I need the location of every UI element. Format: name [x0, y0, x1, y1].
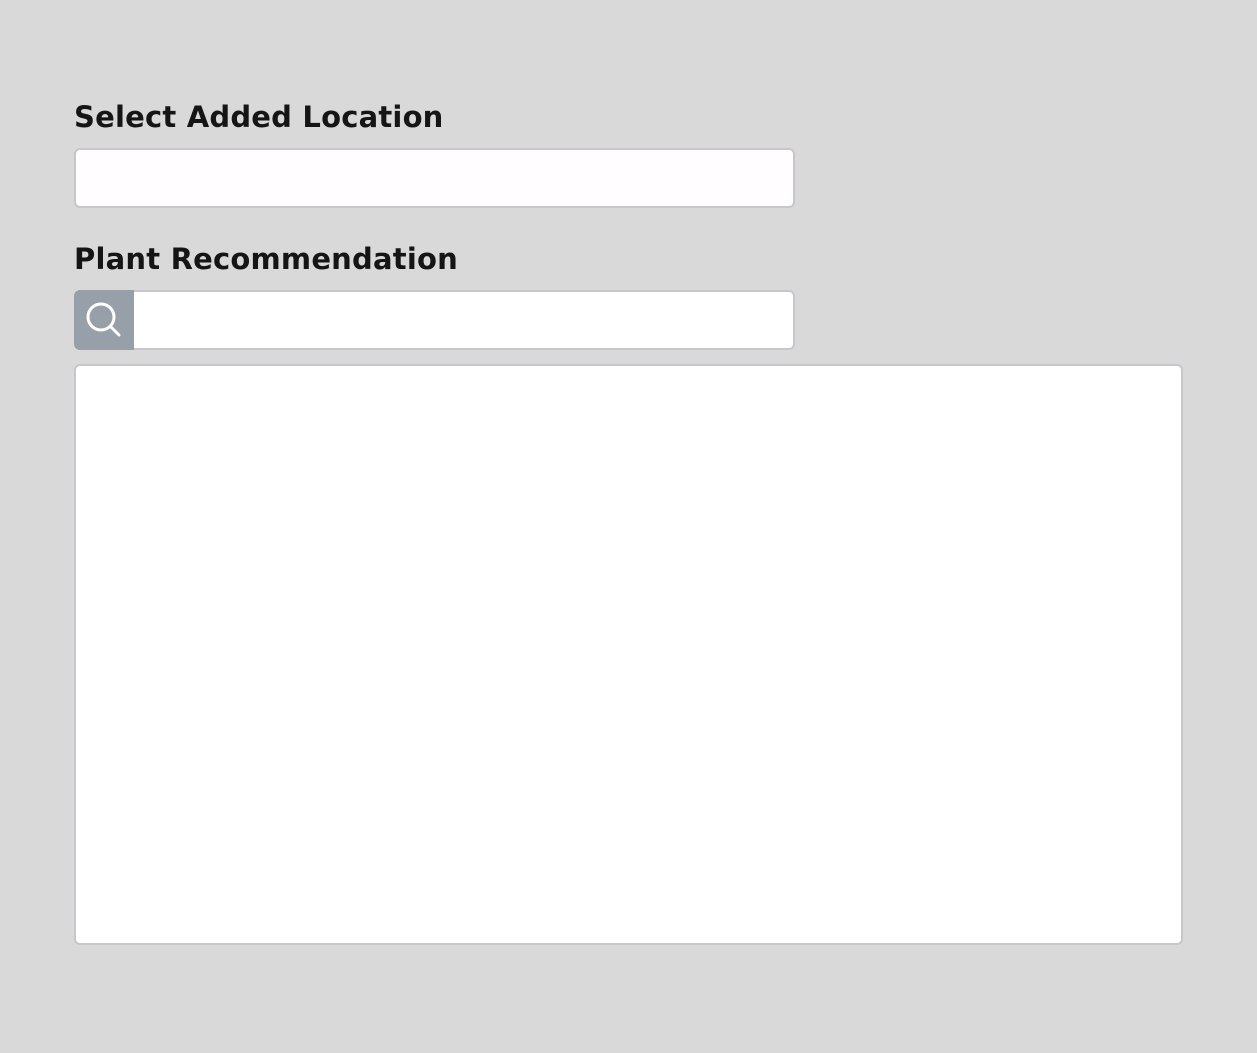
- plant-results-panel: [74, 364, 1183, 945]
- search-button[interactable]: [74, 290, 134, 350]
- plant-search-input[interactable]: [134, 290, 795, 350]
- plant-recommendation-label: Plant Recommendation: [74, 242, 458, 276]
- location-label: Select Added Location: [74, 100, 444, 134]
- location-select[interactable]: [74, 148, 795, 208]
- search-icon: [86, 302, 121, 337]
- plant-search-group: [74, 290, 795, 350]
